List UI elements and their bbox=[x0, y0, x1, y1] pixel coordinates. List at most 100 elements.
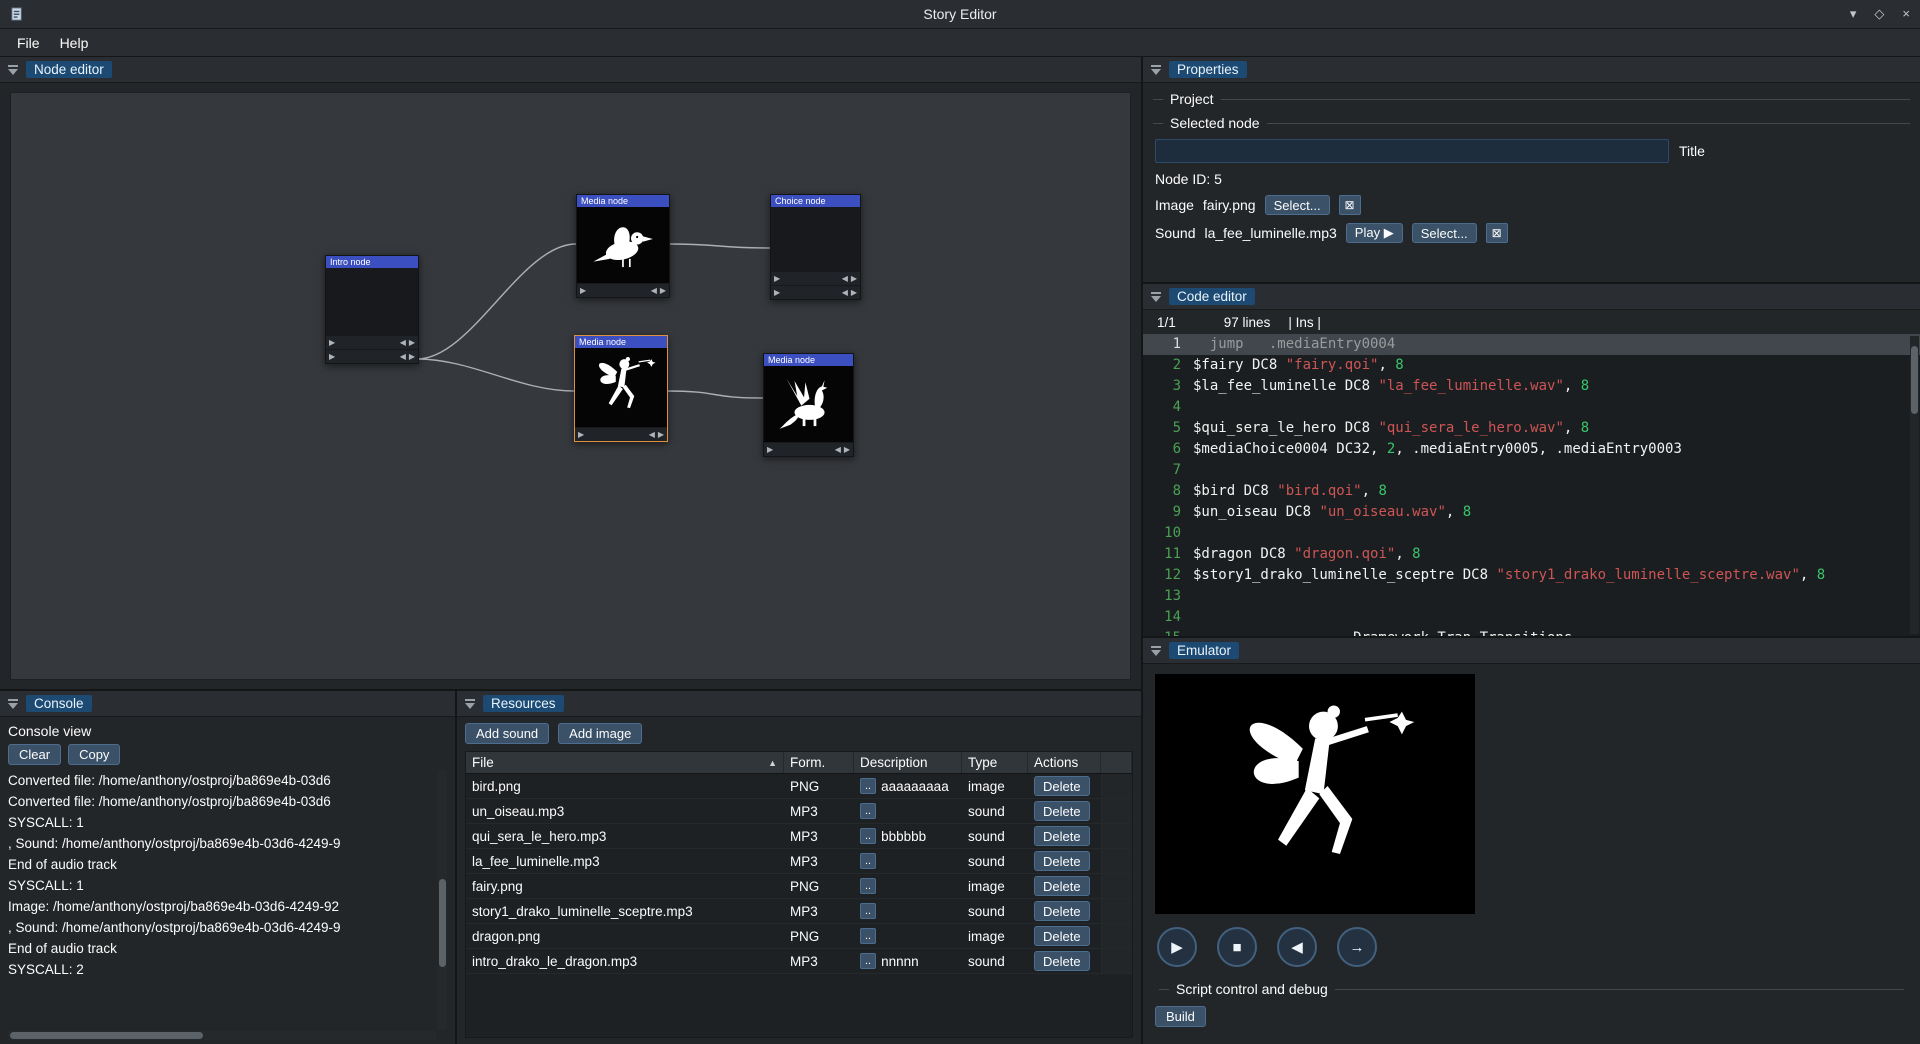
column-actions[interactable]: Actions bbox=[1028, 752, 1101, 773]
description-edit-button[interactable]: .. bbox=[860, 953, 876, 969]
sound-remove-button[interactable]: ⊠ bbox=[1486, 223, 1508, 243]
code-line[interactable]: 10 bbox=[1143, 523, 1920, 544]
copy-button[interactable]: Copy bbox=[68, 744, 120, 765]
node-next-icon[interactable]: ▶ bbox=[660, 286, 666, 295]
column-file[interactable]: File ▲ bbox=[466, 752, 784, 773]
add-sound-button[interactable]: Add sound bbox=[465, 723, 549, 744]
node-next-icon[interactable]: ▶ bbox=[658, 430, 664, 439]
node-next-icon[interactable]: ▶ bbox=[409, 338, 415, 347]
panel-collapse-icon[interactable] bbox=[1150, 64, 1162, 76]
panel-collapse-icon[interactable] bbox=[464, 698, 476, 710]
sound-select-button[interactable]: Select... bbox=[1412, 223, 1477, 243]
node-prev-icon[interactable]: ◀ bbox=[400, 338, 406, 347]
table-row[interactable]: un_oiseau.mp3MP3..soundDelete bbox=[466, 799, 1132, 824]
code-line[interactable]: 12$story1_drako_luminelle_sceptre DC8 "s… bbox=[1143, 565, 1920, 586]
panel-collapse-icon[interactable] bbox=[7, 64, 19, 76]
code-line[interactable]: 7 bbox=[1143, 460, 1920, 481]
scrollbar-thumb[interactable] bbox=[1911, 346, 1918, 414]
code-line[interactable]: 2$fairy DC8 "fairy.qoi", 8 bbox=[1143, 355, 1920, 376]
table-row[interactable]: intro_drako_le_dragon.mp3MP3..nnnnnsound… bbox=[466, 949, 1132, 974]
code-line[interactable]: 9$un_oiseau DC8 "un_oiseau.wav", 8 bbox=[1143, 502, 1920, 523]
delete-button[interactable]: Delete bbox=[1034, 801, 1090, 821]
delete-button[interactable]: Delete bbox=[1034, 876, 1090, 896]
image-select-button[interactable]: Select... bbox=[1265, 195, 1330, 215]
description-edit-button[interactable]: .. bbox=[860, 853, 876, 869]
code-editor-area[interactable]: 1 jump .mediaEntry00042$fairy DC8 "fairy… bbox=[1143, 334, 1920, 636]
delete-button[interactable]: Delete bbox=[1034, 926, 1090, 946]
panel-collapse-icon[interactable] bbox=[1150, 291, 1162, 303]
description-edit-button[interactable]: .. bbox=[860, 903, 876, 919]
minimize-button[interactable]: ▾ bbox=[1850, 6, 1857, 22]
console-vertical-scrollbar[interactable] bbox=[438, 770, 447, 1029]
table-row[interactable]: qui_sera_le_hero.mp3MP3..bbbbbbsoundDele… bbox=[466, 824, 1132, 849]
add-image-button[interactable]: Add image bbox=[558, 723, 642, 744]
column-format[interactable]: Form. bbox=[784, 752, 854, 773]
node-play-icon[interactable]: ▶ bbox=[578, 430, 584, 439]
play-button[interactable]: ▶ bbox=[1157, 927, 1197, 967]
scrollbar-thumb[interactable] bbox=[10, 1032, 203, 1039]
node-prev-icon[interactable]: ◀ bbox=[842, 274, 848, 283]
node-play-icon[interactable]: ▶ bbox=[329, 338, 335, 347]
forward-button[interactable]: → bbox=[1337, 927, 1377, 967]
node-prev-icon[interactable]: ◀ bbox=[835, 445, 841, 454]
description-edit-button[interactable]: .. bbox=[860, 828, 876, 844]
scrollbar-thumb[interactable] bbox=[439, 879, 446, 967]
description-edit-button[interactable]: .. bbox=[860, 778, 876, 794]
description-edit-button[interactable]: .. bbox=[860, 878, 876, 894]
node-title-bar[interactable]: Choice node bbox=[771, 195, 860, 207]
code-line[interactable]: 11$dragon DC8 "dragon.qoi", 8 bbox=[1143, 544, 1920, 565]
delete-button[interactable]: Delete bbox=[1034, 951, 1090, 971]
table-row[interactable]: fairy.pngPNG..imageDelete bbox=[466, 874, 1132, 899]
node-play-icon[interactable]: ▶ bbox=[767, 445, 773, 454]
stop-button[interactable]: ■ bbox=[1217, 927, 1257, 967]
delete-button[interactable]: Delete bbox=[1034, 851, 1090, 871]
clear-button[interactable]: Clear bbox=[8, 744, 61, 765]
column-type[interactable]: Type bbox=[962, 752, 1028, 773]
node-next-icon[interactable]: ▶ bbox=[851, 274, 857, 283]
sound-play-button[interactable]: Play ▶ bbox=[1346, 223, 1403, 243]
node-next-icon[interactable]: ▶ bbox=[409, 352, 415, 361]
delete-button[interactable]: Delete bbox=[1034, 776, 1090, 796]
graph-node[interactable]: Choice node▶◀▶▶◀▶ bbox=[770, 194, 861, 300]
code-line[interactable]: 6$mediaChoice0004 DC32, 2, .mediaEntry00… bbox=[1143, 439, 1920, 460]
node-prev-icon[interactable]: ◀ bbox=[400, 352, 406, 361]
delete-button[interactable]: Delete bbox=[1034, 901, 1090, 921]
table-row[interactable]: story1_drako_luminelle_sceptre.mp3MP3..s… bbox=[466, 899, 1132, 924]
node-play-icon[interactable]: ▶ bbox=[774, 274, 780, 283]
close-button[interactable]: × bbox=[1902, 6, 1910, 22]
table-row[interactable]: la_fee_luminelle.mp3MP3..soundDelete bbox=[466, 849, 1132, 874]
menu-file[interactable]: File bbox=[8, 33, 49, 53]
node-play-icon[interactable]: ▶ bbox=[774, 288, 780, 297]
code-line[interactable]: 15 Dramework Tran Transitions bbox=[1143, 628, 1920, 636]
maximize-button[interactable]: ◇ bbox=[1874, 6, 1884, 22]
node-title-bar[interactable]: Media node bbox=[575, 336, 667, 348]
node-play-icon[interactable]: ▶ bbox=[329, 352, 335, 361]
table-row[interactable]: dragon.pngPNG..imageDelete bbox=[466, 924, 1132, 949]
menu-help[interactable]: Help bbox=[51, 33, 98, 53]
code-vertical-scrollbar[interactable] bbox=[1910, 336, 1919, 634]
code-line[interactable]: 1 jump .mediaEntry0004 bbox=[1143, 334, 1920, 355]
node-title-input[interactable] bbox=[1155, 139, 1669, 163]
node-title-bar[interactable]: Media node bbox=[764, 354, 853, 366]
code-line[interactable]: 4 bbox=[1143, 397, 1920, 418]
delete-button[interactable]: Delete bbox=[1034, 826, 1090, 846]
graph-node[interactable]: Media node▶◀▶ bbox=[763, 353, 854, 457]
panel-collapse-icon[interactable] bbox=[7, 698, 19, 710]
code-line[interactable]: 14 bbox=[1143, 607, 1920, 628]
code-line[interactable]: 13 bbox=[1143, 586, 1920, 607]
node-title-bar[interactable]: Intro node bbox=[326, 256, 418, 268]
description-edit-button[interactable]: .. bbox=[860, 928, 876, 944]
code-line[interactable]: 3$la_fee_luminelle DC8 "la_fee_luminelle… bbox=[1143, 376, 1920, 397]
node-next-icon[interactable]: ▶ bbox=[844, 445, 850, 454]
build-button[interactable]: Build bbox=[1155, 1006, 1206, 1027]
node-prev-icon[interactable]: ◀ bbox=[649, 430, 655, 439]
code-line[interactable]: 5$qui_sera_le_hero DC8 "qui_sera_le_hero… bbox=[1143, 418, 1920, 439]
image-remove-button[interactable]: ⊠ bbox=[1339, 195, 1361, 215]
panel-collapse-icon[interactable] bbox=[1150, 645, 1162, 657]
description-edit-button[interactable]: .. bbox=[860, 803, 876, 819]
code-line[interactable]: 8$bird DC8 "bird.qoi", 8 bbox=[1143, 481, 1920, 502]
node-graph-canvas[interactable]: Intro node▶◀▶▶◀▶Media node▶◀▶Choice node… bbox=[10, 92, 1131, 680]
console-horizontal-scrollbar[interactable] bbox=[8, 1031, 436, 1040]
node-prev-icon[interactable]: ◀ bbox=[842, 288, 848, 297]
node-play-icon[interactable]: ▶ bbox=[580, 286, 586, 295]
